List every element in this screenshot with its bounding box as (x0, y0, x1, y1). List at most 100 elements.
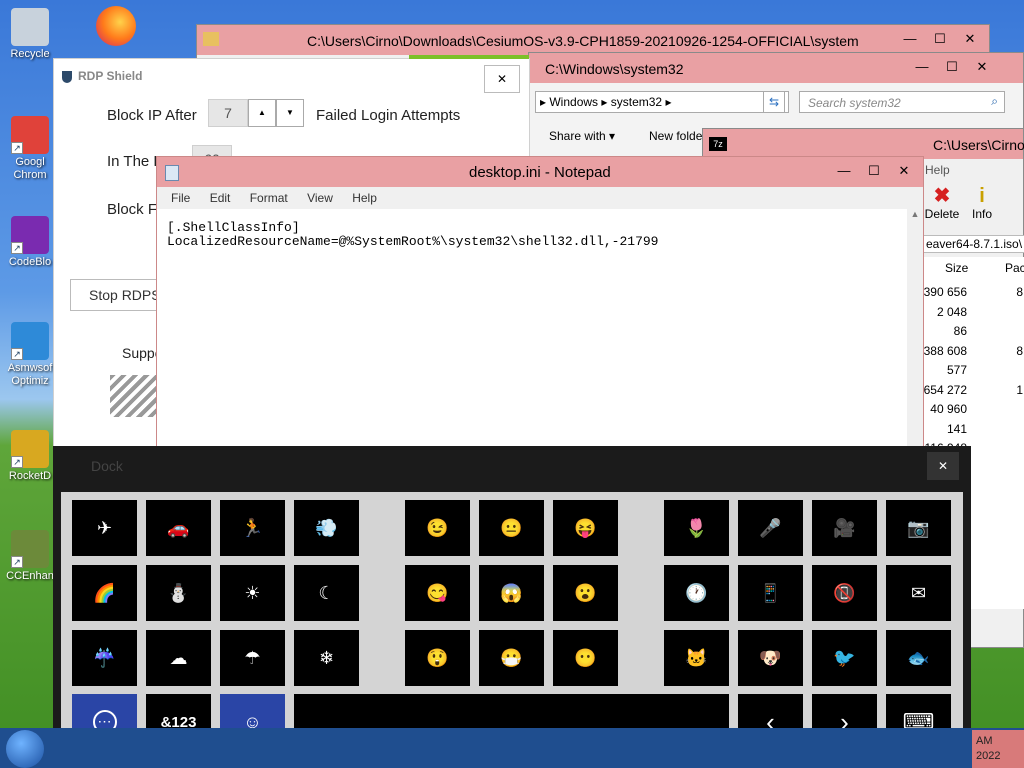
column-header-packed[interactable]: Pac (1005, 261, 1024, 275)
table-row[interactable]: 388 608 8 (923, 342, 1024, 360)
shield-icon (62, 71, 72, 83)
table-row[interactable]: 141 (923, 420, 1024, 438)
shortcut-arrow-icon: ↗ (11, 348, 23, 360)
clock[interactable]: AM 2022 (972, 730, 1024, 768)
emoji-key[interactable]: 😷 (479, 630, 544, 686)
search-input[interactable]: Search system32 ⌕ (799, 91, 1005, 113)
menu-file[interactable]: File (171, 191, 190, 205)
delete-button[interactable]: ✖ Delete (923, 185, 961, 221)
emoji-key[interactable]: ☔ (72, 630, 137, 686)
emoji-key[interactable]: 😋 (405, 565, 470, 621)
path-field[interactable]: eaver64-8.7.1.iso\ (923, 235, 1024, 253)
emoji-key[interactable]: 🐦 (812, 630, 877, 686)
start-button[interactable] (6, 730, 44, 768)
emoji-key[interactable]: 🎥 (812, 500, 877, 556)
emoji-key[interactable]: 🏃 (220, 500, 285, 556)
emoji-key[interactable]: 🎤 (738, 500, 803, 556)
close-button[interactable]: ✕ (889, 161, 919, 181)
close-button[interactable]: ✕ (955, 29, 985, 49)
emoji-key[interactable]: 💨 (294, 500, 359, 556)
table-row[interactable]: 86 (923, 322, 1024, 340)
menu-view[interactable]: View (307, 191, 333, 205)
column-header-size[interactable]: Size (945, 261, 968, 275)
emoji-key[interactable]: 🐶 (738, 630, 803, 686)
stop-rdpshield-button[interactable]: Stop RDPS (70, 279, 170, 311)
info-icon: i (979, 185, 985, 207)
emoji-key[interactable]: ✈ (72, 500, 137, 556)
scroll-up-arrow[interactable]: ▲ (907, 209, 923, 225)
emoji-key[interactable]: 📵 (812, 565, 877, 621)
stepper-down-button[interactable]: ▼ (276, 99, 304, 127)
attempts-value[interactable]: 7 (208, 99, 248, 127)
menu-help[interactable]: Help (352, 191, 377, 205)
minimize-button[interactable]: — (895, 29, 925, 49)
refresh-button[interactable]: ⇆ (763, 91, 785, 113)
packed-cell: 467 (1000, 469, 1021, 483)
info-button[interactable]: i Info (967, 185, 997, 221)
table-row[interactable]: 40 960 (923, 400, 1024, 418)
desktop-icon-label: Recycle (10, 48, 50, 60)
emoji-key[interactable]: 🌷 (664, 500, 729, 556)
emoji-key[interactable]: ☂ (220, 630, 285, 686)
new-folder-button[interactable]: New folde (649, 129, 702, 143)
table-row[interactable]: 390 656 8 (923, 283, 1024, 301)
text-area[interactable]: [.ShellClassInfo] LocalizedResourceName=… (165, 213, 907, 453)
emoji-key[interactable]: ❄ (294, 630, 359, 686)
failed-attempts-label: Failed Login Attempts (316, 107, 461, 124)
emoji-key[interactable]: ⛄ (146, 565, 211, 621)
emoji-key[interactable]: 😝 (553, 500, 618, 556)
emoji-key[interactable]: 😮 (553, 565, 618, 621)
notepad-window[interactable]: desktop.ini - Notepad — ☐ ✕ File Edit Fo… (156, 156, 924, 456)
maximize-button[interactable]: ☐ (859, 161, 889, 181)
firefox-icon[interactable] (96, 6, 136, 46)
emoji-key[interactable]: 🐟 (886, 630, 951, 686)
attempts-stepper[interactable]: 7 ▲ ▼ (208, 99, 304, 127)
emoji-key[interactable]: 😱 (479, 565, 544, 621)
share-with-button[interactable]: Share with (549, 129, 606, 143)
menu-format[interactable]: Format (250, 191, 288, 205)
emoji-key[interactable]: 😶 (553, 630, 618, 686)
path-segment-windows[interactable]: Windows (549, 95, 598, 109)
vertical-scrollbar[interactable]: ▲ (907, 209, 923, 455)
info-label: Info (971, 207, 992, 221)
desktop-icon[interactable]: ↗ CodeBlo (0, 216, 60, 269)
emoji-key[interactable]: 😐 (479, 500, 544, 556)
address-bar[interactable]: ▸ Windows ▸ system32 ▸ ▾ (535, 91, 789, 113)
desktop-icon[interactable]: ↗ Googl Chrom (0, 116, 60, 182)
desktop-icon[interactable]: ↗ Asmwsof Optimiz (0, 322, 60, 388)
menu-help[interactable]: Help (925, 163, 950, 177)
delete-label: Delete (924, 207, 960, 221)
emoji-key[interactable]: ☀ (220, 565, 285, 621)
emoji-key[interactable]: ✉ (886, 565, 951, 621)
emoji-key[interactable]: ☾ (294, 565, 359, 621)
close-button[interactable]: ✕ (967, 57, 997, 77)
maximize-button[interactable]: ☐ (925, 29, 955, 49)
taskbar: AM 2022 (0, 728, 1024, 768)
stepper-up-button[interactable]: ▲ (248, 99, 276, 127)
table-row[interactable]: 577 (923, 361, 1024, 379)
emoji-key[interactable]: 📷 (886, 500, 951, 556)
emoji-key[interactable]: 😲 (405, 630, 470, 686)
desktop-icon[interactable]: ↗ RocketD (0, 430, 60, 483)
desktop-icon[interactable]: ↗ CCEnhan (0, 530, 60, 583)
desktop-icon[interactable]: Recycle (0, 8, 60, 61)
emoji-key[interactable]: ☁ (146, 630, 211, 686)
minimize-button[interactable]: — (829, 161, 859, 181)
emoji-key[interactable]: 🌈 (72, 565, 137, 621)
emoji-key[interactable]: 🐱 (664, 630, 729, 686)
emoji-key[interactable]: 😉 (405, 500, 470, 556)
table-row[interactable]: 2 048 (923, 303, 1024, 321)
maximize-button[interactable]: ☐ (937, 57, 967, 77)
table-row[interactable]: 654 272 1 (923, 381, 1024, 399)
notepad-icon (165, 165, 179, 181)
menu-edit[interactable]: Edit (210, 191, 231, 205)
dock-panel[interactable]: Dock ✕ ✈ 🚗 🏃 💨 😉 😐 😝 🌷 🎤 🎥 📷 🌈 ⛄ ☀ ☾ 😋 😱 😮 🕐 📱 📵 ✉ ☔ ☁ ☂ ❄ 😲 😷 😶 🐱 🐶 🐦 🐟… (53, 446, 971, 768)
close-button[interactable]: ✕ (484, 65, 520, 93)
emoji-key[interactable]: 🕐 (664, 565, 729, 621)
emoji-key[interactable]: 🚗 (146, 500, 211, 556)
size-cell: 40 960 (930, 402, 967, 416)
path-segment-system32[interactable]: system32 (611, 95, 662, 109)
minimize-button[interactable]: — (907, 57, 937, 77)
dock-close-button[interactable]: ✕ (927, 452, 959, 480)
emoji-key[interactable]: 📱 (738, 565, 803, 621)
